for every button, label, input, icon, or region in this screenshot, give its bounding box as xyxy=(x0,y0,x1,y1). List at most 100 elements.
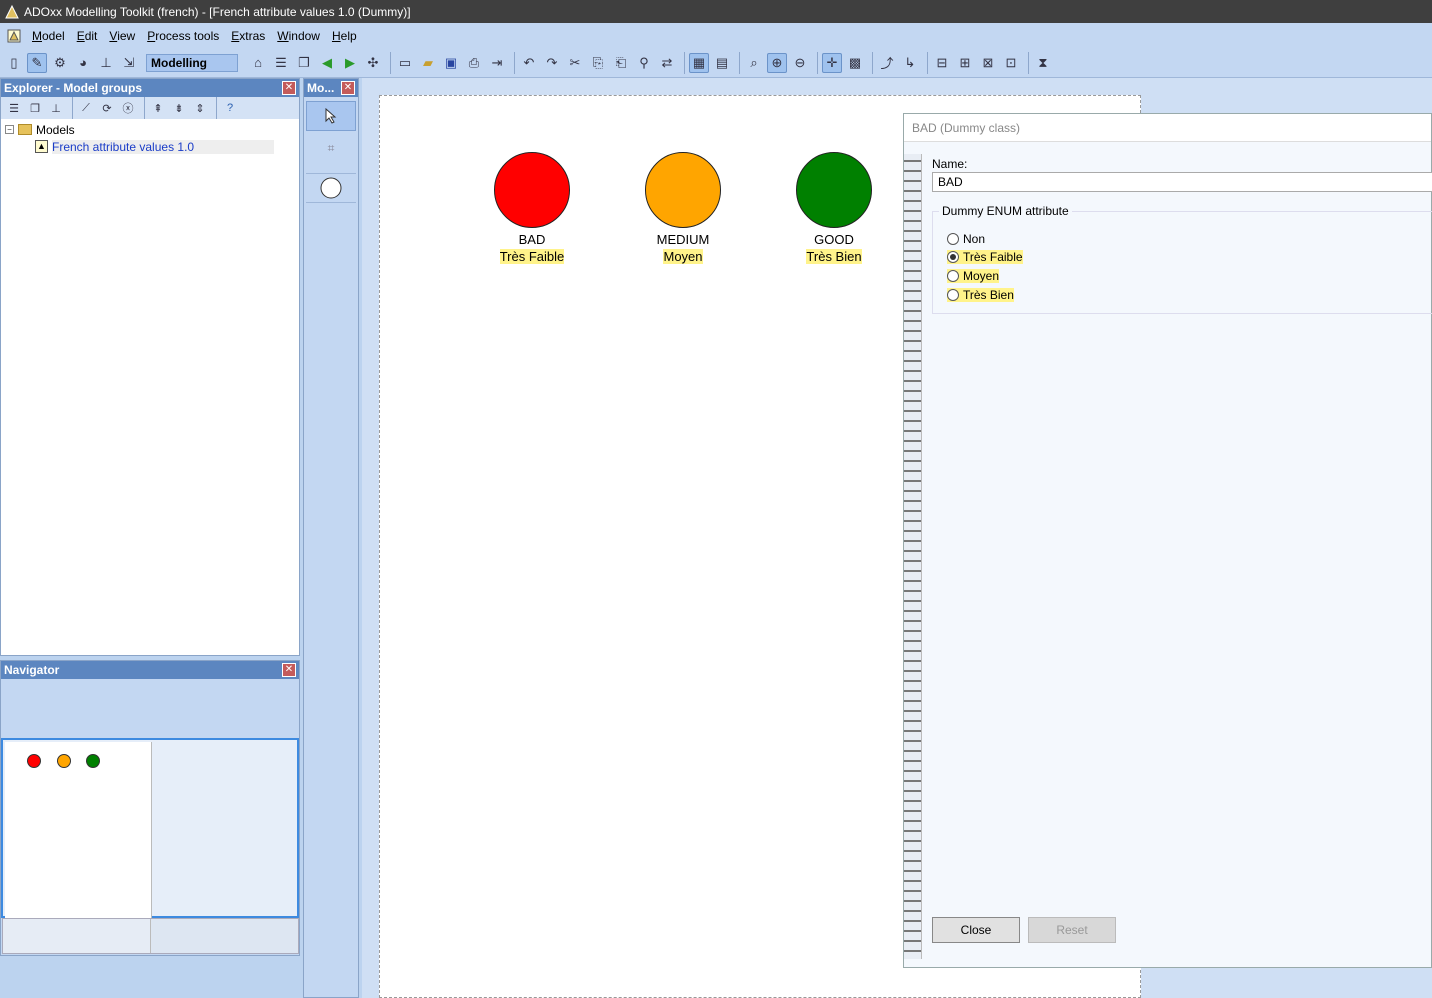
back-icon[interactable]: ◀ xyxy=(317,53,337,73)
menu-process-tools[interactable]: Process tools xyxy=(147,29,219,43)
node-good[interactable]: GOOD Très Bien xyxy=(786,152,882,264)
grid-icon[interactable]: ▩ xyxy=(845,53,865,73)
node-bad-circle[interactable] xyxy=(494,152,570,228)
expand-all-icon[interactable]: ⇕ xyxy=(191,99,209,117)
open-folder-icon[interactable]: ▰ xyxy=(418,53,438,73)
analysis-icon[interactable]: ⚙ xyxy=(50,53,70,73)
radio-button[interactable] xyxy=(947,289,959,301)
nav-node-bad xyxy=(27,754,41,768)
tree-node-model[interactable]: ▲ French attribute values 1.0 xyxy=(5,138,295,155)
windows-icon[interactable]: ❐ xyxy=(294,53,314,73)
close-button[interactable]: Close xyxy=(932,917,1020,943)
radio-option-tres-faible[interactable]: Très Faible xyxy=(947,250,1023,264)
node-bad[interactable]: BAD Très Faible xyxy=(484,152,580,264)
mode-select[interactable]: Modelling xyxy=(146,53,238,72)
radio-button[interactable] xyxy=(947,233,959,245)
replace-icon[interactable]: ⇄ xyxy=(657,53,677,73)
app-icon xyxy=(4,4,20,20)
zoom-select-icon[interactable]: ⊖ xyxy=(790,53,810,73)
navigator-viewport[interactable] xyxy=(1,738,299,918)
simulation-icon[interactable]: ◕ xyxy=(73,53,93,73)
grid-select-tool[interactable]: ⌗ xyxy=(306,133,356,163)
radio-button[interactable] xyxy=(947,251,959,263)
zoom-fit-icon[interactable]: ⊕ xyxy=(767,52,787,73)
radio-label: Très Bien xyxy=(963,288,1014,302)
align-middle-icon[interactable]: ⊠ xyxy=(978,53,998,73)
variable-icon[interactable]: ⓧ xyxy=(119,99,137,117)
collapse-toggle-icon[interactable]: − xyxy=(5,125,14,134)
radio-label: Moyen xyxy=(963,269,1000,283)
menu-window[interactable]: Window xyxy=(277,29,320,43)
crosshair-icon[interactable]: ✛ xyxy=(822,52,842,73)
new-model-icon[interactable]: ▯ xyxy=(4,53,24,73)
menu-model[interactable]: Model xyxy=(32,29,65,43)
name-field[interactable]: BAD xyxy=(932,172,1432,192)
enum-attribute-label: Dummy ENUM attribute xyxy=(939,204,1072,218)
chart-icon[interactable]: ⟋ xyxy=(77,99,95,117)
node-medium[interactable]: MEDIUM Moyen xyxy=(633,152,733,264)
enum-attribute-group: Dummy ENUM attribute Non Très Faible Moy… xyxy=(932,204,1432,314)
window-title: ADOxx Modelling Toolkit (french) - [Fren… xyxy=(24,4,411,19)
menu-help[interactable]: Help xyxy=(332,29,357,43)
db-icon[interactable]: ☰ xyxy=(5,99,23,117)
circle-class-tool[interactable] xyxy=(306,173,356,203)
radio-option-tres-bien[interactable]: Très Bien xyxy=(947,288,1014,302)
node-good-value: Très Bien xyxy=(806,249,862,264)
node-bad-name: BAD xyxy=(518,232,546,247)
copy-group-icon[interactable]: ❐ xyxy=(26,99,44,117)
dialog-title: BAD (Dummy class) xyxy=(904,114,1431,142)
undo-icon[interactable]: ↶ xyxy=(519,53,539,73)
redo-icon[interactable]: ↷ xyxy=(542,53,562,73)
export-icon[interactable]: ⇥ xyxy=(487,53,507,73)
menu-extras[interactable]: Extras xyxy=(231,29,265,43)
zoom-icon[interactable]: ⌕ xyxy=(744,53,764,73)
radio-option-non[interactable]: Non xyxy=(947,232,985,246)
graphical-view-icon[interactable]: ▦ xyxy=(689,52,709,73)
close-icon[interactable]: ✕ xyxy=(282,663,296,677)
menu-bar: Model Edit View Process tools Extras Win… xyxy=(0,23,1432,48)
hourglass-icon[interactable]: ⧗ xyxy=(1033,53,1053,73)
distribute-icon[interactable]: ⊡ xyxy=(1001,53,1021,73)
align-left-icon[interactable]: ⊟ xyxy=(932,53,952,73)
radio-button[interactable] xyxy=(947,270,959,282)
pointer-tool[interactable] xyxy=(306,101,356,131)
close-icon[interactable]: ✕ xyxy=(282,81,296,95)
radio-label: Non xyxy=(963,232,986,246)
explorer-toolbar: ☰ ❐ ⊥ ⟋ ⟳ ⓧ ⇞ ⇟ ⇕ ? xyxy=(1,97,299,119)
evaluation-icon[interactable]: ⊥ xyxy=(96,53,116,73)
expand-icon[interactable]: ⇞ xyxy=(149,99,167,117)
table-view-icon[interactable]: ▤ xyxy=(712,53,732,73)
database-icon[interactable]: ☰ xyxy=(271,53,291,73)
collapse-icon[interactable]: ⇟ xyxy=(170,99,188,117)
connector-icon[interactable]: ⤴ xyxy=(877,53,897,73)
modelling-mode-icon[interactable]: ✎ xyxy=(27,52,47,73)
menu-view[interactable]: View xyxy=(109,29,135,43)
print-icon[interactable]: ⎙ xyxy=(464,53,484,73)
tree-label-model[interactable]: French attribute values 1.0 xyxy=(52,139,275,154)
radio-option-moyen[interactable]: Moyen xyxy=(947,269,1000,283)
reset-button[interactable]: Reset xyxy=(1028,917,1116,943)
route-icon[interactable]: ↳ xyxy=(900,53,920,73)
radio-label: Très Faible xyxy=(963,250,1023,264)
save-icon[interactable]: ▣ xyxy=(441,53,461,73)
align-center-icon[interactable]: ⊞ xyxy=(955,53,975,73)
tree-label-models: Models xyxy=(36,122,75,137)
hierarchy-icon[interactable]: ⊥ xyxy=(47,99,65,117)
cut-icon[interactable]: ✂ xyxy=(565,53,585,73)
paste-icon[interactable]: ⎗ xyxy=(611,53,631,73)
refresh-icon[interactable]: ⟳ xyxy=(98,99,116,117)
home-icon[interactable]: ⌂ xyxy=(248,53,268,73)
node-good-circle[interactable] xyxy=(796,152,872,228)
forward-icon[interactable]: ▶ xyxy=(340,53,360,73)
help-icon[interactable]: ? xyxy=(221,99,239,117)
copy-icon[interactable]: ⎘ xyxy=(588,53,608,73)
find-icon[interactable]: ⚲ xyxy=(634,53,654,73)
new-file-icon[interactable]: ▭ xyxy=(395,53,415,73)
import-export-icon[interactable]: ⇲ xyxy=(119,53,139,73)
navigate-icon[interactable]: ✣ xyxy=(363,53,383,73)
menu-edit[interactable]: Edit xyxy=(77,29,98,43)
model-doc-icon[interactable] xyxy=(4,26,24,46)
close-icon[interactable]: ✕ xyxy=(341,81,355,95)
node-medium-circle[interactable] xyxy=(645,152,721,228)
tree-node-models[interactable]: − Models xyxy=(5,121,295,138)
